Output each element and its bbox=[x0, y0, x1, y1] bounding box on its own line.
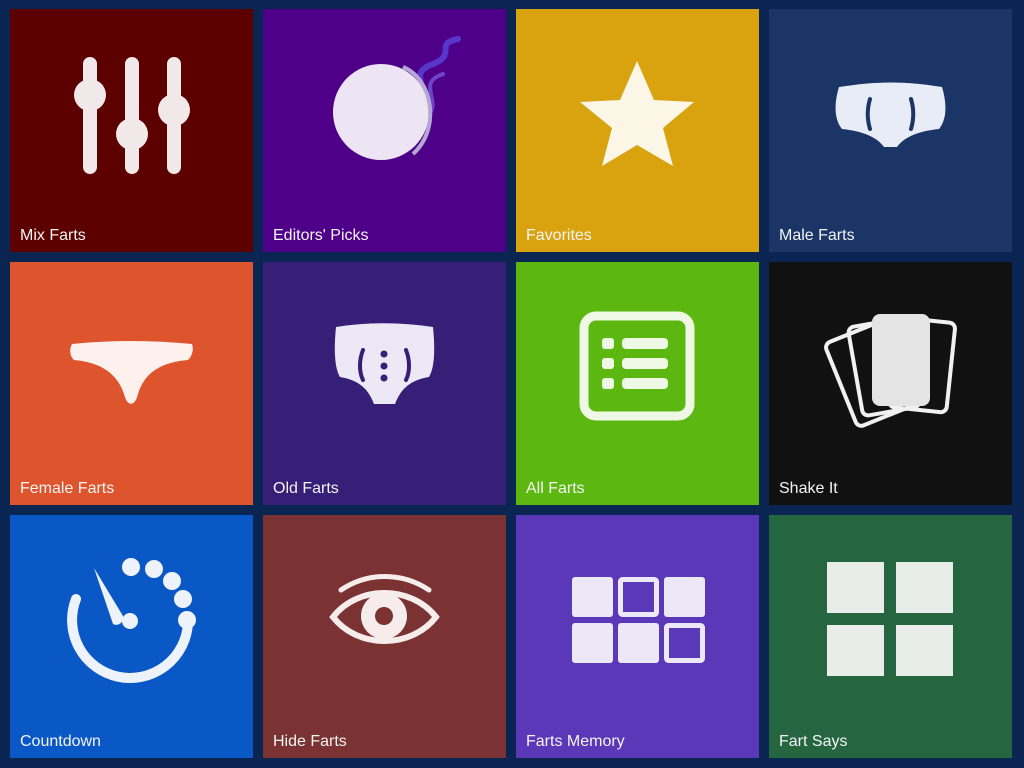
tile-label: Male Farts bbox=[779, 227, 855, 244]
tile-hide-farts[interactable]: Hide Farts bbox=[263, 515, 506, 758]
memory-grid-icon bbox=[516, 515, 759, 758]
tile-label: Countdown bbox=[20, 733, 101, 750]
tile-label: Farts Memory bbox=[526, 733, 625, 750]
tile-shake-it[interactable]: Shake It bbox=[769, 262, 1012, 505]
tile-favorites[interactable]: Favorites bbox=[516, 9, 759, 252]
tile-grid: Mix Farts Editors' Picks Favorites Male … bbox=[0, 0, 1024, 768]
tile-label: Hide Farts bbox=[273, 733, 347, 750]
tile-old-farts[interactable]: Old Farts bbox=[263, 262, 506, 505]
tile-fart-says[interactable]: Fart Says bbox=[769, 515, 1012, 758]
tile-countdown[interactable]: Countdown bbox=[10, 515, 253, 758]
tile-label: Editors' Picks bbox=[273, 227, 369, 244]
tile-label: Fart Says bbox=[779, 733, 848, 750]
tile-label: Favorites bbox=[526, 227, 592, 244]
tile-female-farts[interactable]: Female Farts bbox=[10, 262, 253, 505]
sliders-icon bbox=[10, 9, 253, 252]
tile-label: Female Farts bbox=[20, 480, 115, 497]
four-squares-icon bbox=[769, 515, 1012, 758]
briefs-icon bbox=[769, 9, 1012, 252]
tile-editors-picks[interactable]: Editors' Picks bbox=[263, 9, 506, 252]
tile-label: Old Farts bbox=[273, 480, 339, 497]
cards-icon bbox=[769, 262, 1012, 505]
tile-farts-memory[interactable]: Farts Memory bbox=[516, 515, 759, 758]
tile-mix-farts[interactable]: Mix Farts bbox=[10, 9, 253, 252]
bottom-icon bbox=[263, 9, 506, 252]
tile-label: Shake It bbox=[779, 480, 838, 497]
timer-icon bbox=[10, 515, 253, 758]
eye-icon bbox=[263, 515, 506, 758]
thong-icon bbox=[10, 262, 253, 505]
old-briefs-icon bbox=[263, 262, 506, 505]
tile-label: Mix Farts bbox=[20, 227, 86, 244]
tile-label: All Farts bbox=[526, 480, 585, 497]
star-icon bbox=[516, 9, 759, 252]
tile-all-farts[interactable]: All Farts bbox=[516, 262, 759, 505]
list-icon bbox=[516, 262, 759, 505]
tile-male-farts[interactable]: Male Farts bbox=[769, 9, 1012, 252]
